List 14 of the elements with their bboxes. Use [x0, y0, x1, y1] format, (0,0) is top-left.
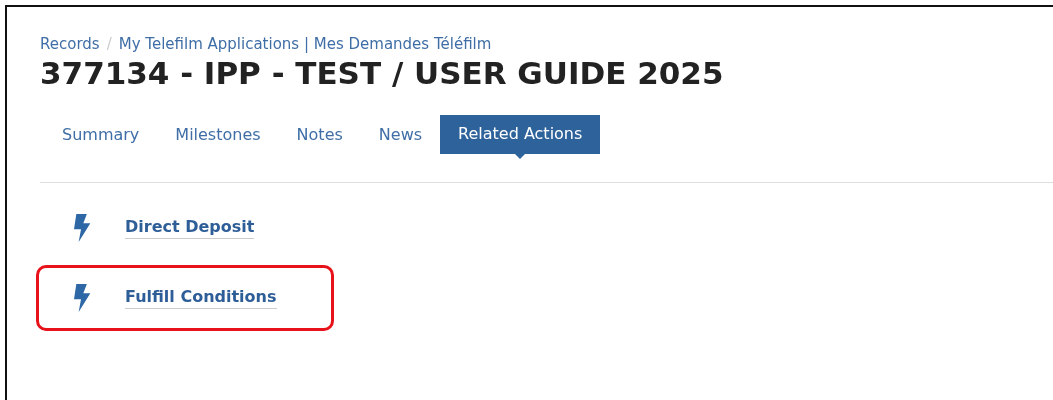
tab[interactable]: Related Actions: [440, 115, 601, 154]
action-link[interactable]: Fulfill Conditions: [125, 287, 277, 309]
lightning-icon: [71, 284, 91, 312]
tab[interactable]: Notes: [278, 115, 361, 154]
tab[interactable]: News: [360, 115, 441, 154]
breadcrumb-link[interactable]: Records: [40, 35, 100, 53]
action-link[interactable]: Direct Deposit: [125, 217, 255, 239]
lightning-icon: [71, 214, 91, 242]
breadcrumb-link[interactable]: My Telefilm Applications | Mes Demandes Téléfilm: [118, 35, 492, 53]
breadcrumb-separator: /: [106, 35, 112, 53]
tab[interactable]: Summary: [44, 115, 158, 154]
tab[interactable]: Milestones: [157, 115, 279, 154]
page-title: 377134 - IPP - TEST / USER GUIDE 2025: [40, 55, 725, 91]
tab-pointer-icon: [515, 154, 526, 159]
